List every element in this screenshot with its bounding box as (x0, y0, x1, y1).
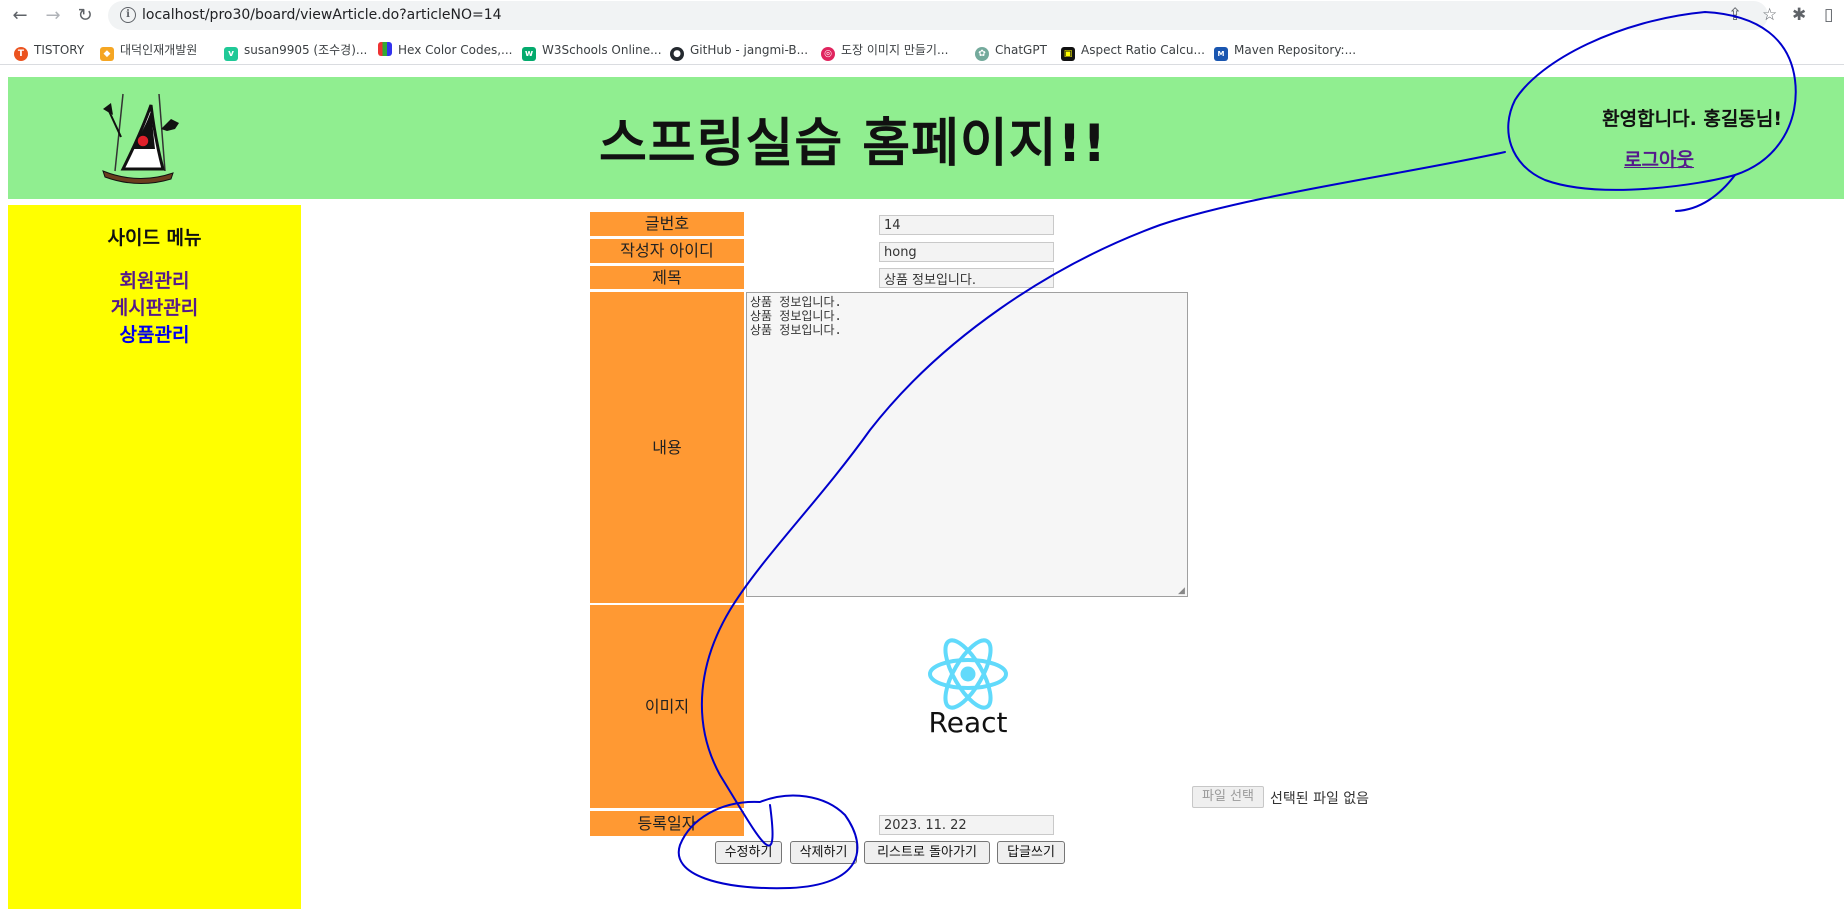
title-field[interactable] (879, 268, 1054, 288)
w3schools-icon: w (522, 47, 536, 61)
content-textarea[interactable]: 상품 정보입니다. 상품 정보입니다. 상품 정보입니다. (746, 292, 1188, 597)
label-image: 이미지 (590, 605, 744, 808)
bookmark-chatgpt[interactable]: ✿ ChatGPT (975, 40, 1047, 61)
label-writer-id: 작성자 아이디 (590, 239, 744, 263)
site-title: 스프링실습 홈페이지!! (598, 114, 1108, 174)
sidebar-item-product-management[interactable]: 상품관리 (8, 320, 301, 347)
bookmark-label: 대덕인재개발원 (120, 43, 198, 57)
bookmark-github[interactable]: ● GitHub - jangmi-B... (670, 40, 809, 61)
tistory-icon: T (14, 47, 28, 61)
reply-button[interactable]: 답글쓰기 (997, 841, 1065, 864)
browser-toolbar: ← → ↻ i localhost/pro30/board/viewArticl… (0, 0, 1844, 32)
site-info-icon[interactable]: i (120, 7, 136, 23)
back-arrow-icon[interactable]: ← (8, 4, 32, 28)
file-select-button[interactable]: 파일 선택 (1192, 786, 1264, 808)
bookmark-label: TISTORY (34, 43, 85, 57)
article-no-field[interactable] (879, 215, 1054, 235)
address-bar[interactable]: i localhost/pro30/board/viewArticle.do?a… (108, 1, 1777, 30)
bookmark-label: susan9905 (조수경)... (244, 43, 368, 57)
bookmark-daedeok[interactable]: ◆ 대덕인재개발원 (100, 40, 198, 61)
welcome-message: 환영합니다. 홍길동님! (1602, 108, 1782, 130)
bookmark-hexcolor[interactable]: Hex Color Codes,... (378, 40, 513, 60)
url-text[interactable]: localhost/pro30/board/viewArticle.do?art… (142, 7, 502, 23)
bookmark-label: 도장 이미지 만들기... (841, 43, 949, 57)
bookmark-star-icon[interactable]: ☆ (1762, 5, 1777, 25)
bookmark-tistory[interactable]: T TISTORY (14, 40, 85, 61)
bookmark-aspect-ratio[interactable]: ▣ Aspect Ratio Calcu... (1061, 40, 1205, 61)
label-article-no: 글번호 (590, 212, 744, 236)
maven-icon: M (1214, 47, 1228, 61)
label-reg-date: 등록일자 (590, 811, 744, 836)
reload-icon[interactable]: ↻ (73, 4, 97, 28)
sidebar: 사이드 메뉴 회원관리 게시판관리 상품관리 (8, 205, 301, 909)
aspect-ratio-icon: ▣ (1061, 47, 1075, 61)
forward-arrow-icon[interactable]: → (41, 4, 65, 28)
bookmark-label: GitHub - jangmi-B... (690, 43, 809, 57)
resize-grip-icon[interactable]: ◢ (1178, 587, 1186, 596)
label-content: 내용 (590, 292, 744, 603)
daedeok-icon: ◆ (100, 47, 114, 61)
site-header: 스프링실습 홈페이지!! 환영합니다. 홍길동님! 로그아웃 (8, 77, 1844, 199)
extensions-icon[interactable]: ✱ (1792, 5, 1806, 25)
react-image-caption: React (928, 706, 1008, 739)
bookmark-label: Aspect Ratio Calcu... (1081, 43, 1205, 57)
reg-date-field[interactable] (879, 815, 1054, 835)
sidebar-item-board-management[interactable]: 게시판관리 (8, 293, 301, 320)
hex-color-icon (378, 42, 392, 56)
bookmark-w3schools[interactable]: w W3Schools Online... (522, 40, 662, 61)
bookmark-label: W3Schools Online... (542, 43, 662, 57)
file-status-text: 선택된 파일 없음 (1270, 791, 1370, 807)
side-panel-icon[interactable]: ▯ (1824, 5, 1833, 25)
chatgpt-icon: ✿ (975, 47, 989, 61)
bookmarks-bar: T TISTORY ◆ 대덕인재개발원 v susan9905 (조수경)... He… (0, 36, 1844, 65)
bookmark-label: Hex Color Codes,... (398, 43, 513, 57)
sidebar-title: 사이드 메뉴 (107, 227, 202, 249)
velog-icon: v (224, 47, 238, 61)
react-logo-icon (928, 638, 1008, 710)
bookmark-maven[interactable]: M Maven Repository:... (1214, 40, 1357, 61)
bookmark-label: ChatGPT (995, 43, 1047, 57)
stamp-icon: ◎ (821, 47, 835, 61)
delete-button[interactable]: 삭제하기 (790, 841, 857, 864)
bookmark-susan[interactable]: v susan9905 (조수경)... (224, 40, 368, 61)
bookmark-label: Maven Repository:... (1234, 43, 1357, 57)
back-to-list-button[interactable]: 리스트로 돌아가기 (864, 841, 990, 864)
github-icon: ● (670, 47, 684, 61)
writer-id-field[interactable] (879, 242, 1054, 262)
edit-button[interactable]: 수정하기 (715, 841, 782, 864)
share-icon[interactable]: ⇪ (1728, 5, 1742, 25)
sidebar-item-member-management[interactable]: 회원관리 (8, 266, 301, 293)
logout-link[interactable]: 로그아웃 (1624, 145, 1694, 172)
bookmark-stamp[interactable]: ◎ 도장 이미지 만들기... (821, 40, 949, 61)
label-title: 제목 (590, 266, 744, 289)
